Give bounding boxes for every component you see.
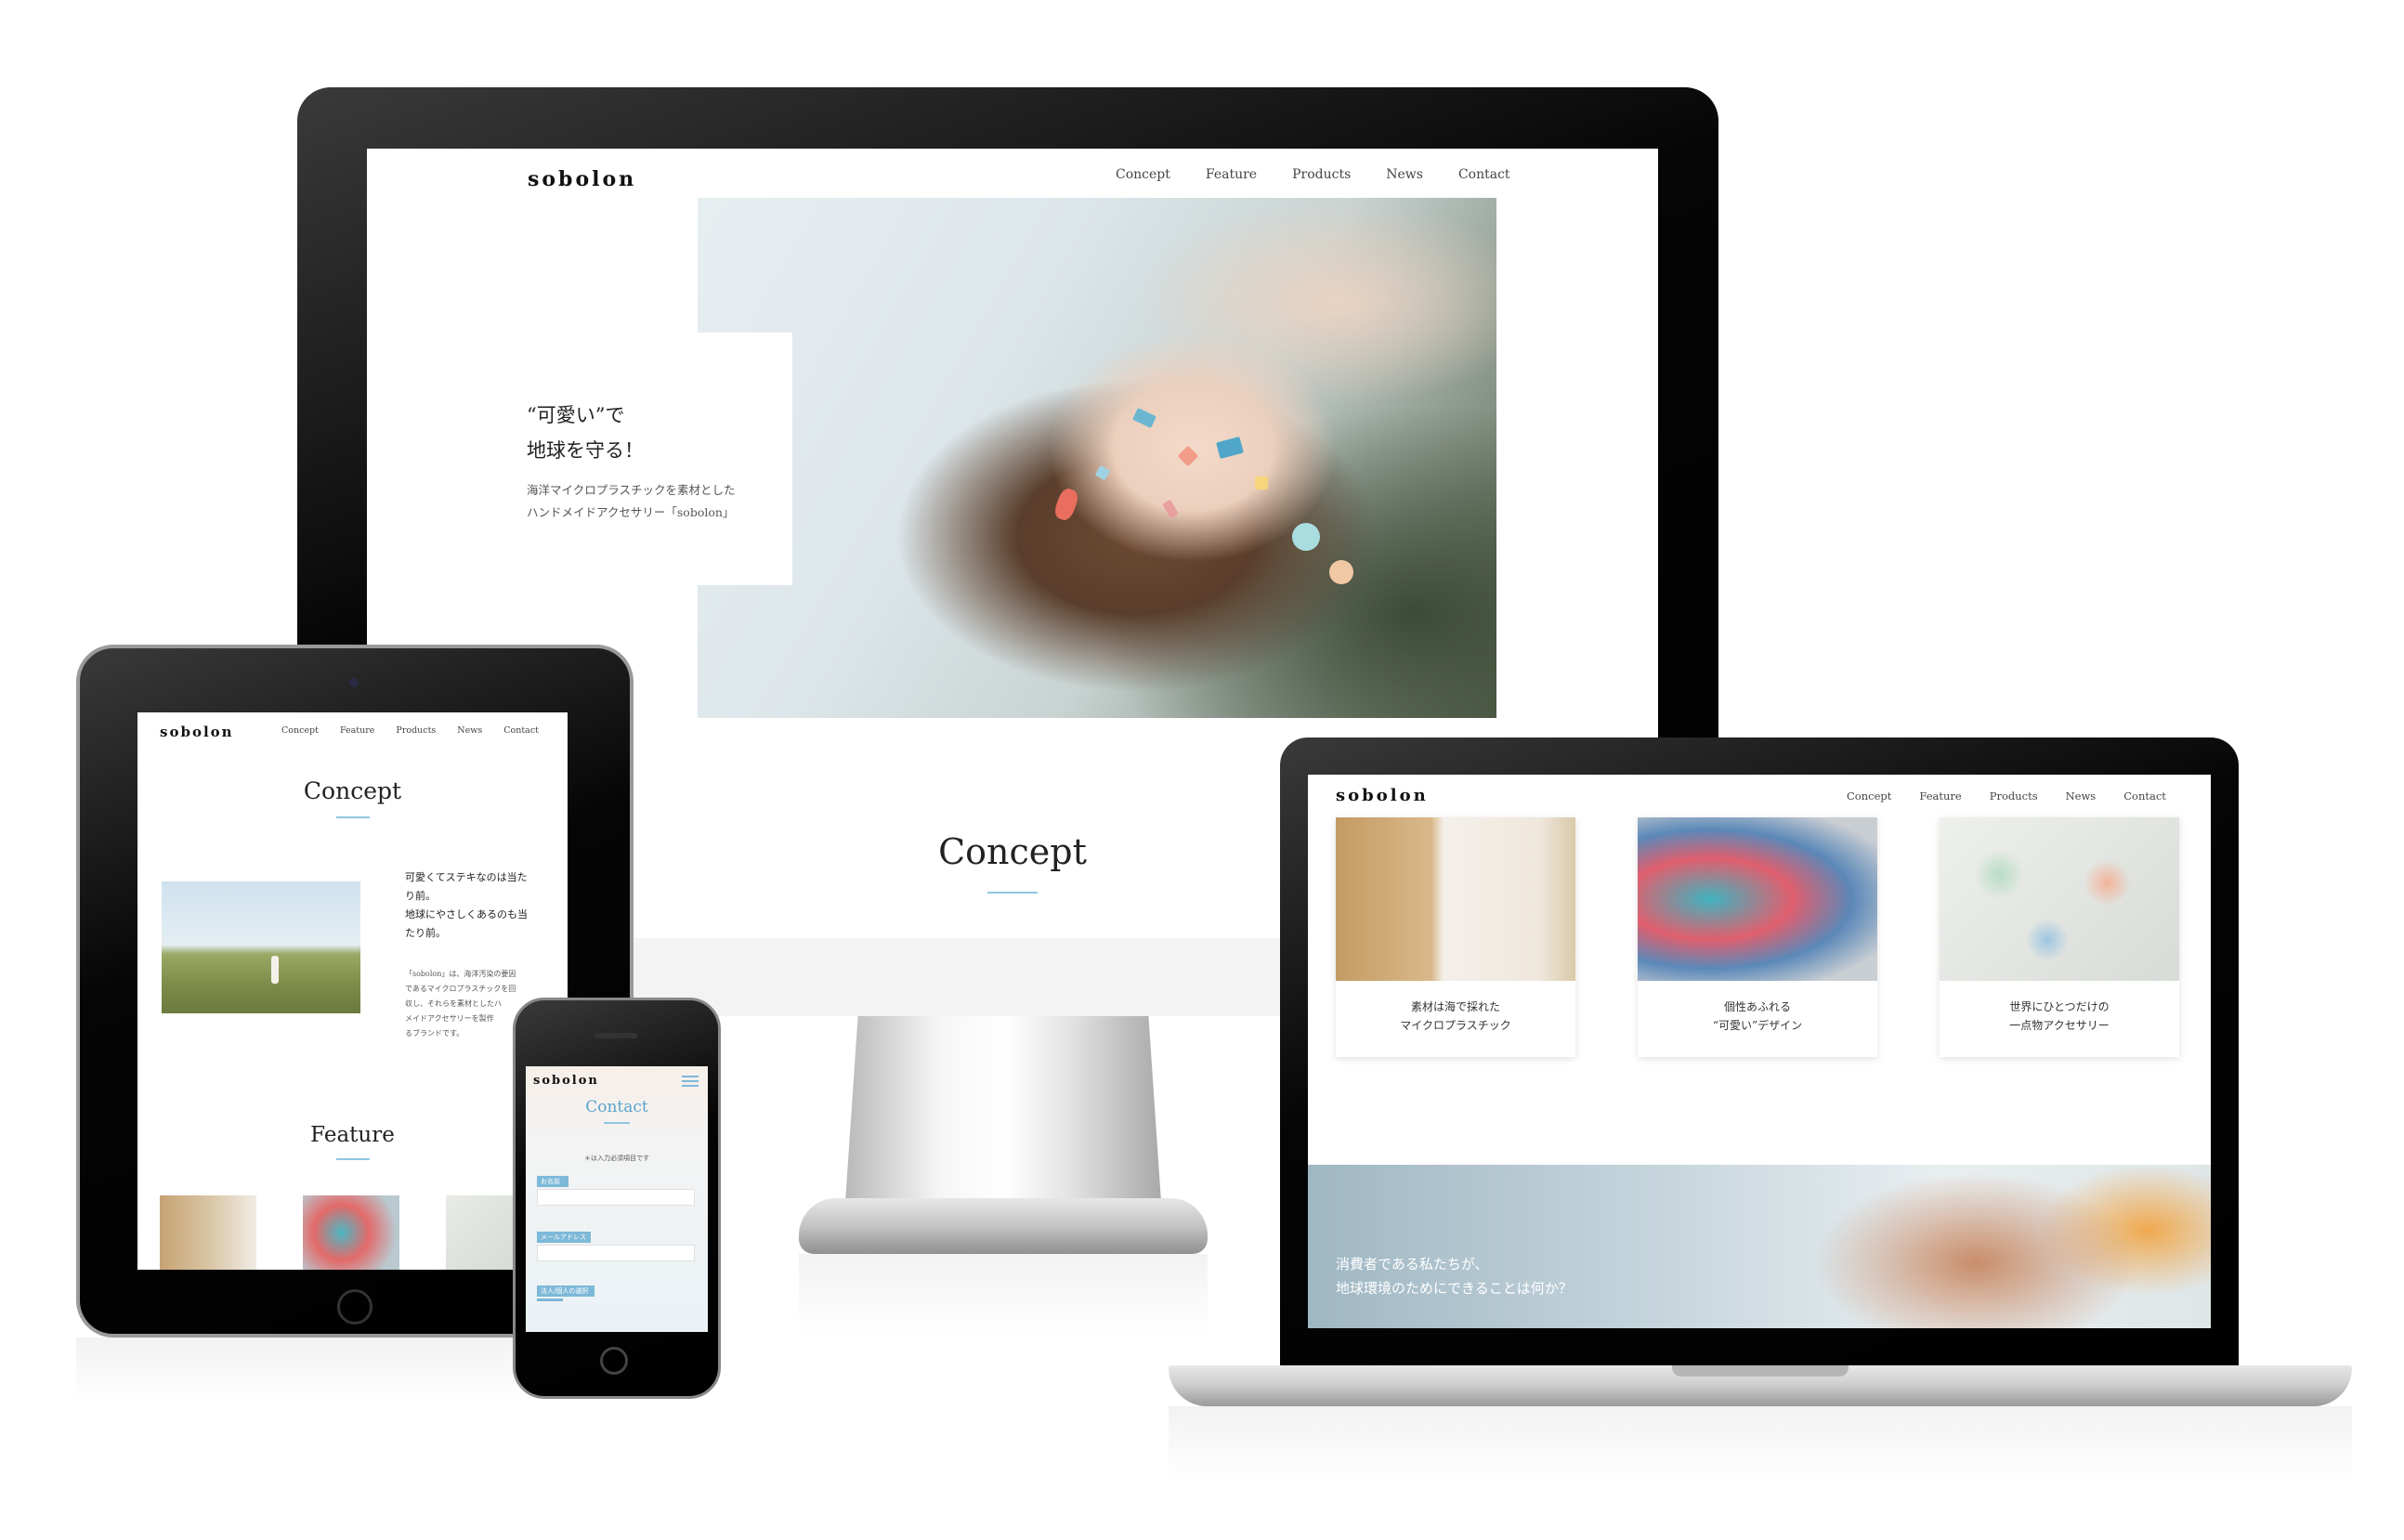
tablet-nav-products[interactable]: Products: [396, 725, 436, 736]
hero-description: 海洋マイクロプラスチックを素材とした ハンドメイドアクセサリー「sobolon」: [527, 479, 736, 524]
feature-card-unique-text: 世界にひとつだけの 一点物アクセサリー: [1940, 998, 2179, 1035]
tablet-lead-line1: 可愛くてステキなのは当た: [405, 871, 528, 883]
laptop-banner-image: 消費者である私たちが、 地球環境のためにできることは何か？: [1308, 1165, 2211, 1328]
laptop-nav-feature[interactable]: Feature: [1919, 790, 1961, 803]
tablet-concept-title: Concept: [303, 777, 402, 804]
phone-field-name-label: お名前: [537, 1176, 568, 1187]
laptop-reflection: [1169, 1406, 2352, 1481]
laptop-nav-news[interactable]: News: [2066, 790, 2097, 803]
tablet-lead-line3: 地球にやさしくあるのも当: [405, 908, 528, 920]
phone-field-type-label: 法人/個人の選択: [537, 1286, 594, 1297]
monitor-reflection: [799, 1254, 1208, 1338]
feature-card-design-line2: “可愛い”デザイン: [1712, 1019, 1803, 1032]
feature-card-unique-line2: 一点物アクセサリー: [2009, 1019, 2110, 1032]
logo[interactable]: sobolon: [528, 167, 636, 191]
feature-card-design-text: 個性あふれる “可愛い”デザイン: [1638, 998, 1877, 1035]
phone-contact-rule: [604, 1122, 630, 1124]
tablet-nav-news[interactable]: News: [457, 725, 482, 736]
tablet-concept-image: [162, 881, 360, 1013]
hero-text-panel: “可愛い”で 地球を守る！ 海洋マイクロプラスチックを素材とした ハンドメイドア…: [497, 333, 792, 585]
tablet-feature-title: Feature: [310, 1123, 395, 1147]
nav-concept[interactable]: Concept: [1116, 167, 1170, 182]
laptop-nav-products[interactable]: Products: [1990, 790, 2038, 803]
phone-speaker: [594, 1033, 637, 1038]
tablet-feature-image-1: [160, 1195, 256, 1270]
feature-card-material-line2: マイクロプラスチック: [1400, 1019, 1511, 1032]
phone-logo[interactable]: sobolon: [533, 1074, 599, 1088]
phone-screen: sobolon Contact ＊は入力必須項目です お名前 メールアドレス 法…: [526, 1066, 708, 1332]
tablet-nav-contact[interactable]: Contact: [503, 725, 539, 736]
laptop-banner-line1: 消費者である私たちが、: [1336, 1256, 1489, 1272]
laptop-banner-text: 消費者である私たちが、 地球環境のためにできることは何か？: [1336, 1252, 1573, 1300]
laptop-notch: [1672, 1365, 1849, 1377]
phone-home-button[interactable]: [600, 1347, 628, 1375]
tablet-home-button[interactable]: [337, 1289, 372, 1325]
laptop-nav-concept[interactable]: Concept: [1847, 790, 1891, 803]
tablet-lead-line2: り前。: [405, 890, 436, 902]
main-nav: Concept Feature Products News Contact: [1116, 167, 1510, 182]
tablet-nav: Concept Feature Products News Contact: [281, 725, 539, 736]
hero-desc-line1: 海洋マイクロプラスチックを素材とした: [527, 483, 736, 497]
laptop-banner-line2: 地球環境のためにできることは何か？: [1336, 1280, 1573, 1297]
feature-card-material-text: 素材は海で採れた マイクロプラスチック: [1336, 998, 1575, 1035]
phone-email-input[interactable]: [537, 1245, 695, 1261]
feature-card-unique[interactable]: 世界にひとつだけの 一点物アクセサリー: [1940, 817, 2179, 1057]
feature-card-design-image: [1638, 817, 1877, 981]
tablet-body-line4: メイドアクセサリーを製作: [405, 1014, 494, 1023]
hamburger-menu-icon[interactable]: [682, 1076, 699, 1087]
tablet-feature-image-2: [303, 1195, 399, 1270]
phone-field-email-label: メールアドレス: [537, 1232, 591, 1243]
phone-type-select[interactable]: [537, 1299, 563, 1301]
feature-card-material[interactable]: 素材は海で採れた マイクロプラスチック: [1336, 817, 1575, 1057]
feature-card-design-line1: 個性あふれる: [1723, 1000, 1791, 1013]
tablet-body-line5: るブランドです。: [405, 1029, 464, 1038]
tablet-feature-rule: [336, 1158, 370, 1160]
feature-card-unique-line1: 世界にひとつだけの: [2009, 1000, 2110, 1013]
tablet-body-line2: であるマイクロプラスチックを回: [405, 985, 516, 993]
tablet-screen: sobolon Concept Feature Products News Co…: [137, 712, 568, 1270]
tablet-body-line3: 収し、それらを素材としたハ: [405, 999, 502, 1008]
nav-feature[interactable]: Feature: [1206, 167, 1257, 182]
tablet-camera: [349, 678, 359, 687]
monitor-stand-neck: [845, 1016, 1161, 1202]
tablet-concept-body: 「sobolon」は、海洋汚染の要因 であるマイクロプラスチックを回 収し、それ…: [405, 967, 516, 1041]
hero-image: [698, 198, 1496, 718]
hero-desc-line2: ハンドメイドアクセサリー「sobolon」: [527, 505, 735, 519]
laptop-screen: sobolon Concept Feature Products News Co…: [1308, 775, 2211, 1328]
feature-card-material-line1: 素材は海で採れた: [1410, 1000, 1500, 1013]
feature-card-material-image: [1336, 817, 1575, 981]
tablet-nav-concept[interactable]: Concept: [281, 725, 319, 736]
hero-title-line1: “可愛い”で: [527, 404, 625, 426]
nav-products[interactable]: Products: [1292, 167, 1351, 182]
nav-news[interactable]: News: [1386, 167, 1423, 182]
phone-contact-title: Contact: [585, 1098, 648, 1116]
tablet-nav-feature[interactable]: Feature: [340, 725, 374, 736]
phone-required-note: ＊は入力必須項目です: [584, 1155, 649, 1162]
concept-title-rule: [987, 892, 1038, 894]
laptop-nav-contact[interactable]: Contact: [2123, 790, 2166, 803]
tablet-lead-line4: たり前。: [405, 927, 446, 939]
feature-card-design[interactable]: 個性あふれる “可愛い”デザイン: [1638, 817, 1877, 1057]
feature-card-unique-image: [1940, 817, 2179, 981]
tablet-concept-lead: 可愛くてステキなのは当た り前。 地球にやさしくあるのも当 たり前。: [405, 868, 528, 943]
laptop-logo[interactable]: sobolon: [1336, 786, 1429, 805]
laptop-nav: Concept Feature Products News Contact: [1847, 790, 2166, 803]
tablet-body-line1: 「sobolon」は、海洋汚染の要因: [405, 970, 516, 978]
tablet-concept-rule: [336, 816, 370, 818]
nav-contact[interactable]: Contact: [1458, 167, 1510, 182]
monitor-stand-base: [799, 1198, 1208, 1254]
phone-name-input[interactable]: [537, 1189, 695, 1206]
hero-title: “可愛い”で 地球を守る！: [527, 398, 644, 468]
hero-title-line2: 地球を守る！: [527, 439, 644, 462]
tablet-logo[interactable]: sobolon: [160, 724, 234, 740]
